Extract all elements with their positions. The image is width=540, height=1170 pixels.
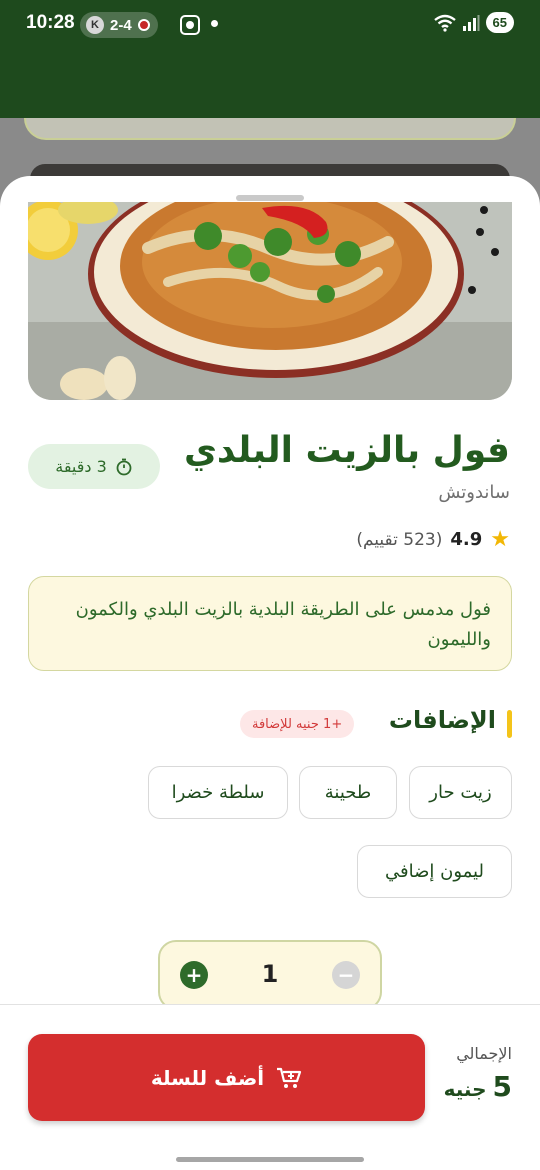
total-amount: 5 — [492, 1070, 512, 1103]
status-pill-text: 2-4 — [110, 16, 132, 34]
status-bar: 10:28 K 2-4 65 — [0, 0, 540, 118]
item-description: فول مدمس على الطريقة البلدية بالزيت البل… — [28, 576, 512, 671]
gesture-bar[interactable] — [176, 1157, 364, 1162]
addon-option-chip[interactable]: ليمون إضافي — [357, 845, 512, 898]
prep-time-text: 3 دقيقة — [55, 457, 107, 476]
status-notification-pill: K 2-4 — [80, 12, 158, 38]
star-icon: ★ — [490, 527, 510, 552]
sheet-drag-handle[interactable] — [236, 195, 304, 201]
addons-price-tag: +1 جنيه للإضافة — [240, 710, 355, 738]
battery-indicator: 65 — [485, 12, 514, 33]
ful-dish-illustration — [28, 202, 512, 400]
item-title: فول بالزيت البلدي — [183, 430, 510, 471]
item-category: ساندوتش — [438, 482, 510, 503]
addons-accent-bar — [507, 710, 512, 738]
rating-value: 4.9 — [450, 529, 483, 550]
screenshot-icon — [180, 15, 200, 35]
status-right: 65 — [433, 12, 514, 33]
status-k-badge: K — [86, 16, 104, 34]
status-app-icon — [137, 19, 150, 31]
rating-count: (523 تقييم) — [356, 529, 443, 550]
cart-plus-icon — [277, 1067, 302, 1088]
add-to-cart-label: أضف للسلة — [150, 1065, 265, 1090]
quantity-value: 1 — [261, 960, 279, 988]
status-time: 10:28 — [26, 12, 75, 33]
rating: ★ 4.9 (523 تقييم) — [356, 527, 510, 552]
dish-image — [28, 202, 512, 400]
total-currency: جنيه — [443, 1077, 487, 1101]
addons-title: الإضافات — [388, 706, 496, 734]
plus-icon[interactable]: + — [180, 961, 208, 989]
prep-time-chip: 3 دقيقة — [28, 444, 160, 489]
notification-dot-icon — [211, 20, 218, 27]
wifi-icon — [433, 14, 456, 32]
background-card — [24, 118, 516, 140]
addon-option-chip[interactable]: زيت حار — [409, 766, 512, 819]
addon-option-chip[interactable]: سلطة خضرا — [148, 766, 288, 819]
total-label: الإجمالي — [456, 1044, 512, 1063]
total-price: 5 جنيه — [444, 1070, 512, 1103]
addon-option-chip[interactable]: طحينة — [299, 766, 397, 819]
stopwatch-icon — [116, 458, 132, 475]
signal-icon — [462, 14, 480, 31]
minus-icon[interactable]: − — [332, 961, 360, 989]
add-to-cart-button[interactable]: أضف للسلة — [28, 1034, 425, 1121]
